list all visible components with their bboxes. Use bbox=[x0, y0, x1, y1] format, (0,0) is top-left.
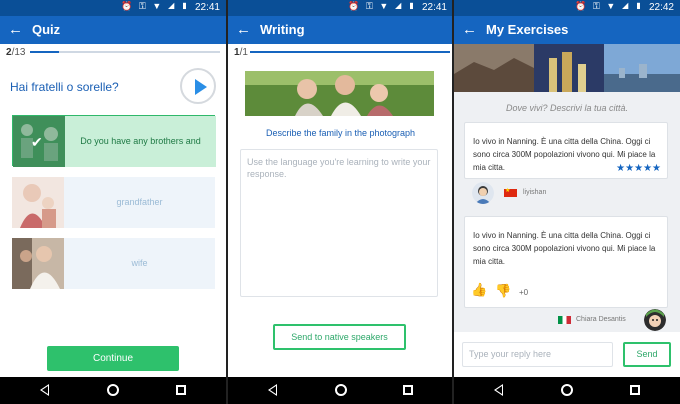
answer-text: Io vivo in Nanning. È una citta della Ch… bbox=[473, 231, 656, 266]
status-icons: ⏰ ⚿ ▼ ◢ ▮ bbox=[121, 1, 190, 11]
nav-back-icon[interactable] bbox=[268, 384, 277, 396]
star-icon: ★ bbox=[652, 163, 661, 174]
system-nav-bar bbox=[454, 377, 680, 404]
option-image bbox=[12, 238, 64, 289]
progress-total: /1 bbox=[239, 47, 248, 58]
grandfather-photo bbox=[12, 177, 64, 228]
family-photo-image bbox=[245, 71, 434, 116]
author-name: Chiara Desantis bbox=[576, 316, 626, 323]
back-arrow-icon[interactable]: ← bbox=[236, 20, 251, 40]
progress-fill bbox=[250, 51, 450, 53]
progress-fill bbox=[30, 51, 60, 53]
continue-button[interactable]: Continue bbox=[47, 346, 179, 371]
nav-home-icon[interactable] bbox=[107, 384, 119, 396]
status-time: 22:42 bbox=[648, 2, 674, 13]
star-icon: ★ bbox=[634, 163, 644, 174]
family-photo bbox=[245, 71, 434, 116]
app-bar: ← My Exercises bbox=[454, 16, 680, 44]
play-icon bbox=[195, 79, 207, 95]
option-image: ✔ bbox=[13, 116, 65, 167]
thumbs-up-icon[interactable]: 👍 bbox=[471, 282, 487, 298]
system-nav-bar bbox=[0, 377, 226, 404]
vote-count: +0 bbox=[519, 288, 529, 297]
answer-card-2: Io vivo in Nanning. È una citta della Ch… bbox=[464, 216, 668, 308]
option-label: wife bbox=[64, 238, 215, 289]
quiz-screen: ⏰ ⚿ ▼ ◢ ▮ 22:41 ← Quiz 2/13 Hai fratelli… bbox=[0, 0, 226, 404]
answer-card-1: Io vivo in Nanning. È una citta della Ch… bbox=[464, 122, 668, 179]
thumbs-down-icon[interactable]: 👎 bbox=[495, 283, 511, 299]
answer-option-1[interactable]: ✔ Do you have any brothers and sisters? bbox=[12, 115, 216, 197]
my-exercises-screen: ⏰ ⚿ ▼ ◢ ▮ 22:42 ← My Exercises Dove vivi… bbox=[454, 0, 680, 404]
back-arrow-icon[interactable]: ← bbox=[462, 20, 477, 40]
option-image bbox=[12, 177, 64, 228]
play-audio-button[interactable] bbox=[180, 68, 216, 104]
status-bar: ⏰ ⚿ ▼ ◢ ▮ 22:41 bbox=[228, 0, 453, 16]
send-to-native-speakers-button[interactable]: Send to native speakers bbox=[273, 324, 406, 350]
nav-recent-icon[interactable] bbox=[176, 385, 186, 395]
city-banner-image bbox=[454, 44, 680, 92]
nav-back-icon[interactable] bbox=[40, 384, 49, 396]
nav-home-icon[interactable] bbox=[561, 384, 573, 396]
status-time: 22:41 bbox=[421, 2, 447, 13]
reply-input[interactable]: Type your reply here bbox=[462, 342, 613, 367]
progress-label: 1/1 bbox=[234, 47, 248, 58]
system-nav-bar bbox=[228, 377, 453, 404]
option-label: grandfather bbox=[64, 177, 215, 228]
status-icons: ⏰ ⚿ ▼ ◢ ▮ bbox=[348, 1, 417, 11]
avatar-image bbox=[472, 182, 494, 204]
nav-back-icon[interactable] bbox=[494, 384, 503, 396]
progress-bar bbox=[30, 51, 220, 53]
app-bar: ← Writing bbox=[228, 16, 453, 44]
star-icon: ★ bbox=[616, 163, 626, 174]
send-reply-button[interactable]: Send bbox=[623, 342, 671, 367]
nav-recent-icon[interactable] bbox=[630, 385, 640, 395]
avatar-image bbox=[644, 309, 666, 331]
avatar[interactable] bbox=[472, 182, 494, 204]
star-icon: ★ bbox=[625, 163, 635, 174]
avatar[interactable] bbox=[644, 309, 666, 331]
answer-option-3[interactable]: wife bbox=[12, 238, 215, 289]
wife-photo bbox=[12, 238, 64, 289]
back-arrow-icon[interactable]: ← bbox=[8, 20, 23, 40]
flag-italy-icon bbox=[558, 316, 571, 324]
option-label: Do you have any brothers and sisters? bbox=[65, 116, 216, 197]
rating-stars: ★★★★★ bbox=[616, 163, 661, 174]
flag-china-icon: ★ bbox=[504, 188, 517, 197]
status-bar: ⏰ ⚿ ▼ ◢ ▮ 22:41 bbox=[0, 0, 226, 16]
exercise-question: Dove vivi? Descrivi la tua città. bbox=[505, 103, 629, 113]
star-icon: ★ bbox=[643, 163, 653, 174]
progress-label: 2/13 bbox=[6, 47, 25, 58]
status-icons: ⏰ ⚿ ▼ ◢ ▮ bbox=[575, 1, 644, 11]
screen-title: Quiz bbox=[32, 22, 61, 37]
nav-home-icon[interactable] bbox=[334, 384, 347, 396]
author-name: liyishan bbox=[523, 189, 547, 196]
screen-title: My Exercises bbox=[486, 22, 569, 37]
response-textarea[interactable]: Use the language you're learning to writ… bbox=[240, 149, 438, 297]
check-icon: ✔ bbox=[31, 134, 43, 150]
screen-title: Writing bbox=[260, 22, 305, 37]
city-banner bbox=[454, 44, 680, 92]
app-bar: ← Quiz bbox=[0, 16, 226, 44]
answer-option-2[interactable]: grandfather bbox=[12, 177, 215, 228]
quiz-question: Hai fratelli o sorelle? bbox=[10, 80, 119, 94]
progress-total: /13 bbox=[11, 47, 26, 58]
writing-screen: ⏰ ⚿ ▼ ◢ ▮ 22:41 ← Writing 1/1 Describe t… bbox=[228, 0, 453, 404]
nav-recent-icon[interactable] bbox=[403, 385, 413, 395]
status-bar: ⏰ ⚿ ▼ ◢ ▮ 22:42 bbox=[454, 0, 680, 16]
writing-prompt: Describe the family in the photograph bbox=[265, 128, 416, 138]
status-time: 22:41 bbox=[194, 2, 220, 13]
progress-bar bbox=[250, 51, 450, 53]
